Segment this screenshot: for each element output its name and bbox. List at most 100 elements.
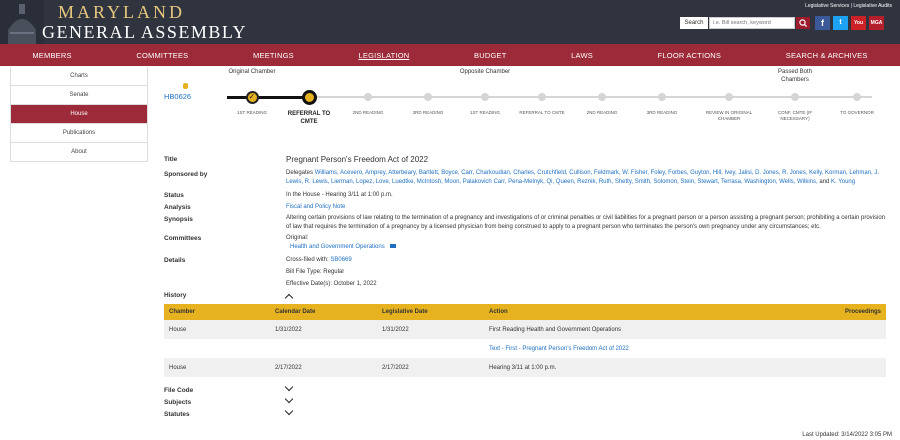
sidebar: Charts Senate House Publications About xyxy=(10,67,148,162)
state-house-dome-icon xyxy=(0,0,44,44)
progress-stage-dot xyxy=(481,93,489,101)
progress-stage-dot xyxy=(301,90,317,105)
col-calendar-date: Calendar Date xyxy=(275,309,316,315)
progress-track xyxy=(227,96,872,98)
twitter-icon[interactable]: t xyxy=(833,16,848,30)
progress-group-label: Opposite Chamber xyxy=(459,69,511,75)
sponsor-person-icon xyxy=(183,83,188,89)
progress-stage-label: 1ST READING xyxy=(237,110,267,115)
file-code-label[interactable]: File Code xyxy=(164,387,193,394)
progress-stage-label: 2ND READING xyxy=(586,110,618,115)
table-row: House 1/31/2022 1/31/2022 First Reading … xyxy=(164,320,886,339)
cell-chamber: House xyxy=(169,364,187,371)
progress-stage-label: TO GOVERNOR xyxy=(840,110,874,115)
chevron-down-icon[interactable] xyxy=(284,382,294,392)
crossfiled-link[interactable]: SB0669 xyxy=(330,257,351,263)
sponsored-label: Sponsored by xyxy=(164,171,208,178)
bill-number-link[interactable]: HB0626 xyxy=(164,92,191,101)
logo-general-assembly[interactable]: GENERAL ASSEMBLY xyxy=(42,22,247,43)
statutes-label[interactable]: Statutes xyxy=(164,411,190,418)
nav-item-floor-actions[interactable]: FLOOR ACTIONS xyxy=(658,51,721,60)
progress-stage-label: 2ND READING xyxy=(352,110,384,115)
progress-stage-label: 3RD READING xyxy=(646,110,678,115)
crossfiled-row: Cross-filed with: SB0669 xyxy=(286,256,352,265)
progress-stage-dot xyxy=(725,93,733,101)
committees-original: Original: xyxy=(286,235,309,241)
sidebar-item-about[interactable]: About xyxy=(10,143,148,162)
cell-legislative: 2/17/2022 xyxy=(382,364,409,371)
mga-icon[interactable]: MGA xyxy=(869,16,884,30)
last-updated: Last Updated: 3/14/2022 3:05 PM xyxy=(802,432,892,438)
progress-stage-dot xyxy=(364,93,372,101)
analysis-label: Analysis xyxy=(164,204,191,211)
progress-stage-label: REFERRAL TO CMTE xyxy=(519,110,565,115)
synopsis-text: Altering certain provisions of law relat… xyxy=(286,215,885,230)
progress-stage-dot xyxy=(538,93,546,101)
table-row: House 2/17/2022 2/17/2022 Hearing 3/11 a… xyxy=(164,358,886,377)
table-row: Text - First - Pregnant Person's Freedom… xyxy=(164,339,886,358)
top-links[interactable]: Legislative Services | Legislative Audit… xyxy=(805,3,892,9)
synopsis-label: Synopsis xyxy=(164,216,193,223)
cell-legislative: 1/31/2022 xyxy=(382,326,409,333)
nav-item-laws[interactable]: LAWS xyxy=(571,51,593,60)
progress-stage-dot xyxy=(658,93,666,101)
search-input[interactable] xyxy=(709,17,795,29)
facebook-icon[interactable]: f xyxy=(815,16,830,30)
chevron-up-icon[interactable] xyxy=(284,293,294,303)
nav-item-budget[interactable]: BUDGET xyxy=(474,51,506,60)
col-proceedings: Proceedings xyxy=(844,309,881,315)
subjects-label[interactable]: Subjects xyxy=(164,399,191,406)
status-value: In the House - Hearing 3/11 at 1:00 p.m. xyxy=(286,192,393,198)
nav-item-committees[interactable]: COMMITTEES xyxy=(136,51,188,60)
cell-action: Hearing 3/11 at 1:00 p.m. xyxy=(489,364,557,371)
bill-file-type: Bill File Type: Regular xyxy=(286,269,345,275)
status-label: Status xyxy=(164,192,184,199)
cell-calendar: 2/17/2022 xyxy=(275,364,302,371)
col-action: Action xyxy=(489,309,508,315)
cell-action: Text - First - Pregnant Person's Freedom… xyxy=(489,346,886,352)
progress-group-label: Original Chamber xyxy=(228,69,276,75)
search-icon xyxy=(799,19,807,27)
sponsors-and: and xyxy=(819,179,830,185)
effective-date: Effective Date(s): October 1, 2022 xyxy=(286,281,377,287)
nav-item-search-archives[interactable]: SEARCH & ARCHIVES xyxy=(786,51,868,60)
progress-stage-dot xyxy=(853,93,861,101)
committees-label: Committees xyxy=(164,235,202,242)
progress-stage-label: 1ST READING xyxy=(470,110,500,115)
col-chamber: Chamber xyxy=(169,309,196,315)
search-label: Search xyxy=(680,17,708,29)
sidebar-item-publications[interactable]: Publications xyxy=(10,124,148,143)
search-button[interactable] xyxy=(796,17,810,29)
sidebar-item-charts[interactable]: Charts xyxy=(10,67,148,86)
progress-stage-dot xyxy=(791,93,799,101)
progress-track-complete xyxy=(227,96,309,99)
col-legislative-date: Legislative Date xyxy=(382,309,428,315)
progress-stage-dot: ✓ xyxy=(245,91,259,104)
nav-item-legislation[interactable]: LEGISLATION xyxy=(359,51,410,60)
cell-calendar: 1/31/2022 xyxy=(275,326,302,333)
progress-stage-label: REVIEW IN ORIGINAL CHAMBER xyxy=(705,110,753,121)
logo-maryland[interactable]: MARYLAND xyxy=(58,2,185,23)
video-icon[interactable] xyxy=(390,244,397,249)
fiscal-note-link[interactable]: Fiscal and Policy Note xyxy=(286,203,345,212)
cell-chamber: House xyxy=(169,326,187,333)
bill-text-link[interactable]: Text - First - Pregnant Person's Freedom… xyxy=(489,346,629,352)
sponsor-link-last[interactable]: K. Young xyxy=(831,179,855,185)
history-table: Chamber Calendar Date Legislative Date A… xyxy=(164,304,886,377)
checkmark-icon: ✓ xyxy=(248,92,256,101)
sidebar-item-senate[interactable]: Senate xyxy=(10,86,148,105)
progress-stage-dot xyxy=(424,93,432,101)
chevron-down-icon[interactable] xyxy=(284,394,294,404)
youtube-icon[interactable]: You xyxy=(851,16,866,30)
sponsors-prefix: Delegates xyxy=(286,170,314,176)
cell-action: First Reading Health and Government Oper… xyxy=(489,326,622,333)
chevron-down-icon[interactable] xyxy=(284,406,294,416)
history-header-row: Chamber Calendar Date Legislative Date A… xyxy=(164,304,886,320)
committee-link[interactable]: Health and Government Operations xyxy=(290,244,385,250)
nav-item-members[interactable]: MEMBERS xyxy=(32,51,71,60)
nav-item-meetings[interactable]: MEETINGS xyxy=(253,51,294,60)
sponsor-links[interactable]: Williams, Acevero, Amprey, Atterbeary, B… xyxy=(286,170,879,185)
sidebar-item-house[interactable]: House xyxy=(10,105,148,124)
sponsors-list: Delegates Williams, Acevero, Amprey, Att… xyxy=(286,169,886,187)
progress-stage-label: REFERRAL TO CMTE xyxy=(287,111,331,125)
